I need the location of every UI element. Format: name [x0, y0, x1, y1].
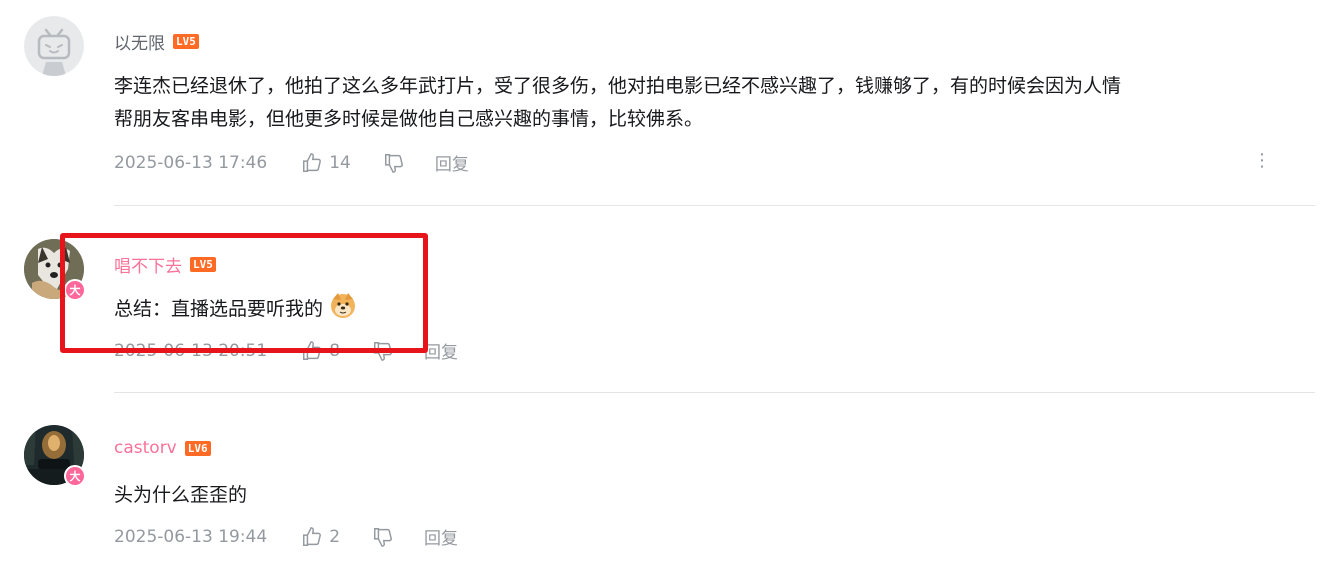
level-badge: LV5 — [190, 257, 216, 272]
like-button[interactable]: 14 — [301, 152, 351, 174]
comment-meta: 2025-06-13 17:46 14 回复 — [114, 150, 469, 176]
comment-text-line: 李连杰已经退休了，他拍了这么多年武打片，受了很多伤，他对拍电影已经不感兴趣了，钱… — [114, 75, 1122, 97]
vip-badge: 大 — [64, 465, 86, 487]
reply-button[interactable]: 回复 — [424, 524, 458, 549]
comment-text: 总结：直播选品要听我的 — [114, 298, 324, 320]
like-button[interactable]: 2 — [301, 526, 340, 548]
thumb-down-icon — [374, 341, 392, 361]
vip-badge: 大 — [64, 279, 86, 301]
thumb-up-icon — [303, 526, 322, 546]
like-count: 8 — [329, 340, 341, 361]
reply-button[interactable]: 回复 — [424, 338, 458, 363]
username-text[interactable]: 唱不下去 — [114, 252, 182, 277]
like-count: 2 — [329, 526, 341, 547]
default-tv-avatar-icon — [24, 16, 84, 76]
dislike-button[interactable] — [383, 152, 405, 174]
comment-content: 总结：直播选品要听我的 — [114, 291, 1314, 326]
comment-time: 2025-06-13 19:44 — [114, 526, 268, 547]
comment-time: 2025-06-13 20:51 — [114, 340, 268, 361]
comment-text-line: 帮朋友客串电影，但他更多时候是做他自己感兴趣的事情，比较佛系。 — [114, 108, 704, 130]
username[interactable]: 以无限 LV5 — [114, 29, 199, 54]
level-badge: LV5 — [173, 34, 199, 49]
doge-emoji-icon — [331, 293, 356, 318]
username-text[interactable]: castorv — [114, 438, 177, 458]
username-text[interactable]: 以无限 — [114, 29, 165, 54]
divider — [114, 392, 1315, 393]
more-options-icon[interactable]: ⋮ — [1253, 150, 1271, 171]
like-count: 14 — [329, 152, 351, 173]
comment-text: 头为什么歪歪的 — [114, 484, 248, 506]
thumb-down-icon — [384, 153, 403, 173]
reply-button[interactable]: 回复 — [435, 150, 469, 175]
like-button[interactable]: 8 — [301, 340, 340, 362]
avatar[interactable]: 大 — [24, 425, 86, 487]
comment-content: 头为什么歪歪的 — [114, 479, 1314, 512]
comment-meta: 2025-06-13 20:51 8 回复 — [114, 338, 458, 364]
divider — [114, 205, 1315, 206]
dislike-button[interactable] — [372, 526, 394, 548]
comment-content: 李连杰已经退休了，他拍了这么多年武打片，受了很多伤，他对拍电影已经不感兴趣了，钱… — [114, 70, 1314, 136]
avatar[interactable]: 大 — [24, 239, 86, 301]
username[interactable]: castorv LV6 — [114, 438, 211, 458]
comment-meta: 2025-06-13 19:44 2 回复 — [114, 524, 458, 550]
avatar[interactable] — [24, 16, 84, 76]
thumb-up-icon — [303, 340, 322, 360]
thumb-up-icon — [303, 152, 322, 172]
level-badge: LV6 — [184, 440, 211, 456]
username[interactable]: 唱不下去 LV5 — [114, 252, 216, 277]
comment-time: 2025-06-13 17:46 — [114, 152, 268, 173]
dislike-button[interactable] — [372, 340, 394, 362]
thumb-down-icon — [374, 527, 392, 547]
